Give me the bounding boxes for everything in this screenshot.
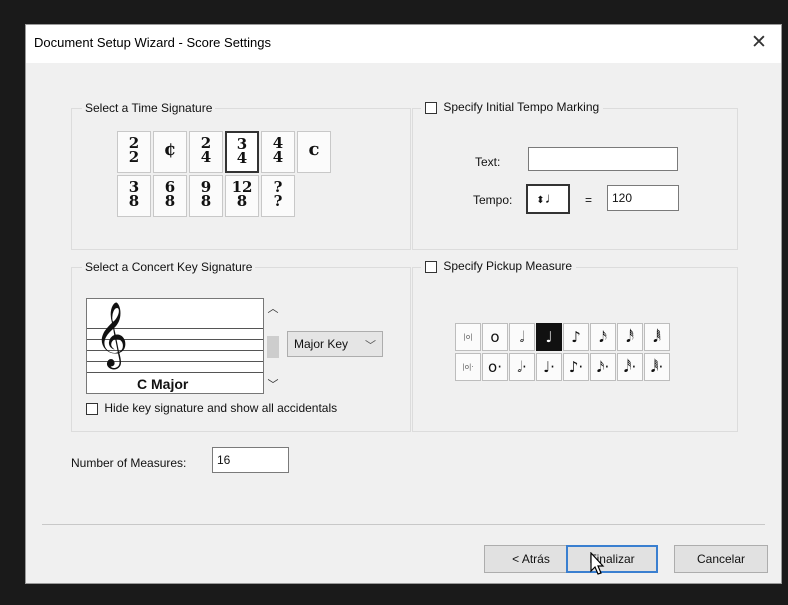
pickup-note-button[interactable]: |o|· [455,353,481,381]
staff-line [87,372,263,373]
time-signature-button[interactable]: 24 [189,131,223,173]
time-signature-button[interactable]: 98 [189,175,223,217]
pickup-note-button[interactable]: 𝅘𝅥𝅯 [590,323,616,351]
time-signature-button[interactable]: 34 [225,131,259,173]
tempo-checkbox-label: Specify Initial Tempo Marking [443,100,600,114]
time-signature-denominator: ? [273,192,283,210]
tempo-value-input[interactable]: 120 [607,185,679,211]
time-signature-button[interactable]: 12 8 [225,175,259,217]
time-signature-button[interactable]: c [297,131,331,173]
pickup-note-button[interactable]: 𝅗𝅥 [509,323,535,351]
quarter-note-icon: ♩ [544,190,560,207]
key-mode-select[interactable]: Major Key ﹀ [287,331,383,357]
finish-button[interactable]: Finalizar [566,545,658,573]
tempo-note-button[interactable]: ⬍♩ [526,184,570,214]
pickup-note-button[interactable]: o· [482,353,508,381]
pickup-checkbox-label: Specify Pickup Measure [443,259,573,273]
cancel-button[interactable]: Cancelar [674,545,768,573]
pickup-note-button[interactable]: |o| [455,323,481,351]
measures-input[interactable]: 16 [212,447,289,473]
hide-key-checkbox[interactable] [86,402,98,415]
time-signature-group: Select a Time Signature 2 2 ¢ 2 4 3 4 4 4 c 3 8 6 8 9 8… [71,101,411,250]
pickup-note-button[interactable]: ♩ [536,323,562,351]
pickup-note-button[interactable]: ♪ [563,323,589,351]
key-name: C Major [137,376,189,392]
tempo-label: Tempo: [473,193,513,207]
chevron-down-icon: ﹀ [365,340,376,352]
tempo-checkbox[interactable] [425,101,437,114]
tempo-text-input[interactable] [528,147,678,171]
pickup-group: Specify Pickup Measure |o| o 𝅗𝅥 ♩ ♪ 𝅘𝅥𝅯 𝅘𝅥𝅰 𝅘𝅥𝅱… [412,259,738,432]
pickup-note-button[interactable]: 𝅘𝅥𝅯· [590,353,616,381]
pickup-note-button[interactable]: 𝅘𝅥𝅰· [617,353,643,381]
tempo-equals: = [585,193,593,207]
time-signature-denominator: 8 [164,192,176,210]
pickup-note-button[interactable]: ♪· [563,353,589,381]
mouse-cursor-icon [590,552,605,575]
time-signature-denominator: 8 [236,192,248,210]
time-signature-button[interactable]: 68 [153,175,187,217]
key-mode-value: Major Key [294,337,349,351]
scroll-up-icon[interactable]: ︿ [266,300,280,316]
pickup-note-button[interactable]: 𝅘𝅥𝅱 [644,323,670,351]
time-signature-button[interactable]: 22 [117,131,151,173]
back-button[interactable]: < Atrás [484,545,578,573]
time-signature-symbol: c [308,139,320,160]
title-bar: Document Setup Wizard - Score Settings ✕ [26,25,781,63]
close-icon[interactable]: ✕ [747,31,771,55]
time-signature-button[interactable]: 38 [117,175,151,217]
key-signature-group: Select a Concert Key Signature 𝄞 C Major… [71,260,411,432]
document-setup-dialog: Document Setup Wizard - Score Settings ✕… [25,24,782,584]
pickup-note-button[interactable]: o [482,323,508,351]
time-signature-denominator: 4 [236,149,248,167]
time-signature-button[interactable]: ¢ [153,131,187,173]
time-signature-button[interactable]: 44 [261,131,295,173]
key-scrollbar[interactable]: ︿ ﹀ [266,298,280,394]
up-down-icon: ⬍ [536,195,545,206]
tempo-group: Specify Initial Tempo Marking Text: Temp… [412,100,738,250]
scroll-thumb[interactable] [267,336,279,358]
time-signature-label: Select a Time Signature [82,101,216,115]
divider [42,524,765,525]
pickup-note-button[interactable]: 𝅘𝅥𝅱· [644,353,670,381]
pickup-note-button[interactable]: 𝅘𝅥𝅰 [617,323,643,351]
treble-clef-icon: 𝄞 [95,302,129,367]
time-signature-symbol: ¢ [163,139,177,160]
tempo-checkbox-line[interactable]: Specify Initial Tempo Marking [421,100,604,114]
measures-label: Number of Measures: [71,456,187,470]
hide-key-label: Hide key signature and show all accident… [104,401,338,415]
time-signature-button[interactable]: ?? [261,175,295,217]
key-signature-label: Select a Concert Key Signature [82,260,256,274]
time-signature-denominator: 2 [128,148,140,166]
key-signature-staff[interactable]: 𝄞 C Major [86,298,264,394]
pickup-checkbox-line[interactable]: Specify Pickup Measure [421,259,577,273]
pickup-checkbox[interactable] [425,260,437,273]
pickup-note-button[interactable]: ♩· [536,353,562,381]
time-signature-denominator: 4 [272,148,284,166]
dialog-title: Document Setup Wizard - Score Settings [34,35,271,50]
time-signature-denominator: 4 [200,148,212,166]
pickup-note-button[interactable]: 𝅗𝅥· [509,353,535,381]
time-signature-denominator: 8 [200,192,212,210]
hide-key-checkbox-line[interactable]: Hide key signature and show all accident… [86,401,337,415]
time-signature-denominator: 8 [128,192,140,210]
scroll-down-icon[interactable]: ﹀ [266,376,280,392]
tempo-text-label: Text: [475,155,501,169]
